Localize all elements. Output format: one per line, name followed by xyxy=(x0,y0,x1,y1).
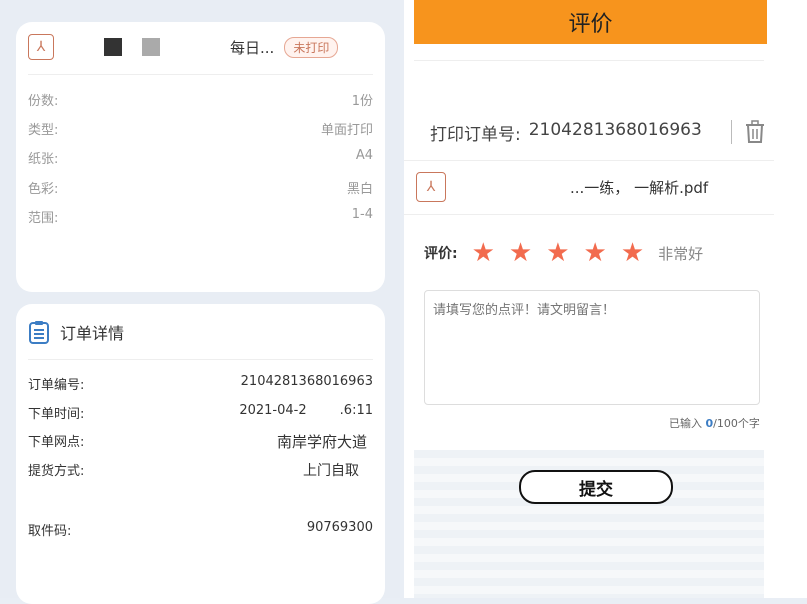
row-pickup-code: 取件码: 90769300 xyxy=(28,520,373,539)
row-paper: 纸张: A4 xyxy=(28,148,373,167)
char-counter-value: 0 xyxy=(705,417,714,430)
row-pickup-method: 提货方式: 上门自取 xyxy=(28,460,373,480)
blurred-thumbnail xyxy=(104,38,122,56)
row-value: 90769300 xyxy=(306,520,373,535)
trash-icon[interactable] xyxy=(744,120,766,144)
order-number-line: 打印订单号: 2104281368016963 xyxy=(430,120,702,145)
row-label: 范围: xyxy=(28,211,59,226)
char-counter-prefix: 已输入 xyxy=(669,417,706,430)
star-icon[interactable]: ★ xyxy=(546,240,569,266)
divider xyxy=(28,74,373,75)
divider xyxy=(28,359,373,360)
row-value: 上门自取 xyxy=(303,463,359,479)
divider xyxy=(414,60,764,71)
row-color: 色彩: 黑白 xyxy=(28,178,373,197)
char-counter: 已输入 0/100个字 xyxy=(669,415,760,431)
divider xyxy=(404,160,774,161)
order-detail-title: 订单详情 xyxy=(60,324,125,343)
rating-label: 评价: xyxy=(424,246,458,262)
row-value: 2104281368016963 xyxy=(240,374,373,389)
row-copies: 份数: 1份 xyxy=(28,90,373,109)
print-file-card: ⅄ 每日... 未打印 份数: 1份 类型: 单面打印 纸张: A4 色彩: 黑白 范围… xyxy=(16,22,385,292)
row-label: 下单时间: xyxy=(28,407,85,422)
star-icon[interactable]: ★ xyxy=(509,240,532,266)
row-value: 南岸学府大道 xyxy=(276,433,367,451)
review-file-row: ⅄ ...一练， 一解析.pdf xyxy=(416,172,708,202)
row-type: 类型: 单面打印 xyxy=(28,119,373,138)
submit-area: 提交 xyxy=(414,450,764,598)
row-value: A4 xyxy=(355,148,373,163)
divider xyxy=(404,214,774,215)
row-label: 份数: xyxy=(28,94,59,109)
blurred-thumbnail-2 xyxy=(142,38,160,56)
status-badge: 未打印 xyxy=(284,36,339,58)
review-title: 评价 xyxy=(568,12,613,37)
order-number-value: 2104281368016963 xyxy=(528,120,702,140)
row-value: 黑白 xyxy=(346,182,373,197)
row-value: 单面打印 xyxy=(320,123,373,138)
row-label: 提货方式: xyxy=(28,464,85,479)
file-header: ⅄ 每日... 未打印 xyxy=(28,34,339,60)
row-label: 取件码: xyxy=(28,524,72,539)
char-counter-suffix: /100个字 xyxy=(713,417,760,430)
review-file-name: ...一练， 一解析.pdf xyxy=(570,178,709,197)
order-detail-panel: ⅄ 每日... 未打印 份数: 1份 类型: 单面打印 纸张: A4 色彩: 黑白 范围… xyxy=(0,0,400,604)
review-header: 评价 xyxy=(414,0,767,44)
row-value: 2021-04-2 .6:11 xyxy=(239,403,373,418)
order-detail-header: 订单详情 xyxy=(28,320,124,344)
review-panel: 评价 打印订单号: 2104281368016963 ⅄ ...一练， 一解析.… xyxy=(404,0,807,598)
star-icon[interactable]: ★ xyxy=(621,240,644,266)
pdf-icon: ⅄ xyxy=(28,34,54,60)
star-icon[interactable]: ★ xyxy=(472,240,495,266)
divider xyxy=(731,120,732,144)
row-order-time: 下单时间: 2021-04-2 .6:11 xyxy=(28,403,373,422)
row-label: 纸张: xyxy=(28,152,59,167)
rating-row: 评价: ★ ★ ★ ★ ★ 非常好 xyxy=(424,240,703,266)
row-value: 1-4 xyxy=(351,207,373,222)
rating-text: 非常好 xyxy=(658,244,704,263)
star-icon[interactable]: ★ xyxy=(584,240,607,266)
row-label: 色彩: xyxy=(28,182,59,197)
clipboard-icon xyxy=(29,321,49,344)
order-detail-card: 订单详情 订单编号: 2104281368016963 下单时间: 2021-04-… xyxy=(16,304,385,604)
row-order-no: 订单编号: 2104281368016963 xyxy=(28,374,373,393)
row-value: 1份 xyxy=(351,94,373,109)
order-number-label: 打印订单号: xyxy=(430,125,521,145)
row-range: 范围: 1-4 xyxy=(28,207,373,226)
file-name[interactable]: 每日... xyxy=(230,37,274,58)
row-branch: 下单网点: 南岸学府大道 xyxy=(28,431,373,452)
submit-button[interactable]: 提交 xyxy=(519,470,673,504)
row-label: 类型: xyxy=(28,123,59,138)
pdf-icon: ⅄ xyxy=(416,172,446,202)
row-label: 订单编号: xyxy=(28,378,85,393)
comment-input[interactable] xyxy=(424,290,760,405)
row-label: 下单网点: xyxy=(28,435,85,450)
